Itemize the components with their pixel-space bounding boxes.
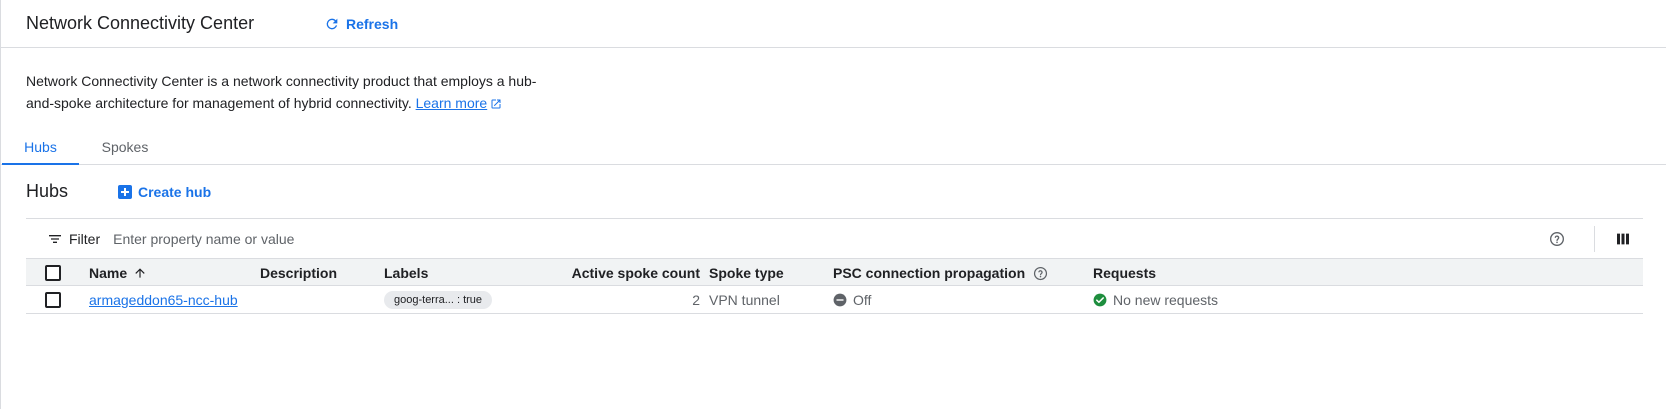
hub-active-spoke-count: 2 [692, 292, 700, 308]
select-all-checkbox[interactable] [45, 265, 61, 281]
table-header-row: Name Description Labels Active spoke cou… [26, 258, 1643, 286]
row-checkbox[interactable] [45, 292, 61, 308]
page-title: Network Connectivity Center [26, 13, 255, 33]
hub-psc-status: Off [833, 286, 871, 314]
external-link-icon [491, 99, 501, 109]
filter-bar: Filter [26, 218, 1643, 258]
section-title: Hubs [26, 181, 69, 201]
help-icon[interactable] [1549, 231, 1565, 252]
tab-bar: Hubs Spokes [1, 130, 1666, 165]
filter-input[interactable] [113, 230, 714, 247]
hub-name-link[interactable]: armageddon65-ncc-hub [89, 292, 238, 308]
row-select-cell [45, 286, 61, 314]
col-header-spoke-type[interactable]: Spoke type [709, 259, 784, 287]
intro-description: Network Connectivity Center is a network… [26, 70, 546, 114]
toolbar-divider [1594, 226, 1595, 252]
check-circle-icon [1093, 293, 1107, 307]
refresh-icon [326, 18, 338, 29]
psc-status-label: Off [853, 292, 872, 308]
col-header-description[interactable]: Description [260, 259, 337, 287]
off-status-icon [833, 293, 847, 307]
tab-spokes[interactable]: Spokes [80, 130, 170, 165]
label-chip[interactable]: goog-terra... : true [384, 291, 493, 309]
hub-spoke-type: VPN tunnel [709, 292, 780, 308]
tab-hubs[interactable]: Hubs [2, 130, 79, 165]
column-display-icon[interactable] [1615, 231, 1631, 252]
refresh-button[interactable]: Refresh [324, 16, 398, 32]
col-name-label: Name [89, 265, 128, 281]
learn-more-link[interactable]: Learn more [416, 95, 488, 111]
hub-requests-status: No new requests [1093, 286, 1218, 314]
create-hub-button[interactable]: Create hub [118, 184, 211, 200]
col-header-name[interactable]: Name [89, 259, 147, 287]
hub-labels-cell: goog-terra... : true [384, 286, 493, 314]
table-row: armageddon65-ncc-hub goog-terra... : tru… [26, 286, 1643, 314]
col-header-psc[interactable]: PSC connection propagation [833, 259, 1048, 287]
select-all-cell [45, 259, 61, 287]
add-box-icon [118, 185, 132, 199]
col-header-requests[interactable]: Requests [1093, 259, 1156, 287]
col-psc-label: PSC connection propagation [833, 265, 1026, 281]
col-header-labels[interactable]: Labels [384, 259, 428, 287]
hub-name-cell: armageddon65-ncc-hub [89, 286, 238, 314]
hubs-table: Name Description Labels Active spoke cou… [26, 258, 1643, 314]
refresh-label: Refresh [346, 15, 399, 32]
filter-icon [47, 231, 63, 247]
filter-label: Filter [69, 230, 101, 247]
header-bar: Network Connectivity Center Refresh [1, 0, 1666, 48]
create-hub-label: Create hub [138, 184, 212, 200]
page: Network Connectivity Center Refresh Netw… [0, 0, 1666, 409]
col-header-active-spoke-count[interactable]: Active spoke count [546, 259, 700, 287]
requests-status-label: No new requests [1113, 292, 1219, 308]
sort-ascending-icon[interactable] [133, 266, 147, 280]
psc-help-icon[interactable] [1033, 266, 1048, 281]
